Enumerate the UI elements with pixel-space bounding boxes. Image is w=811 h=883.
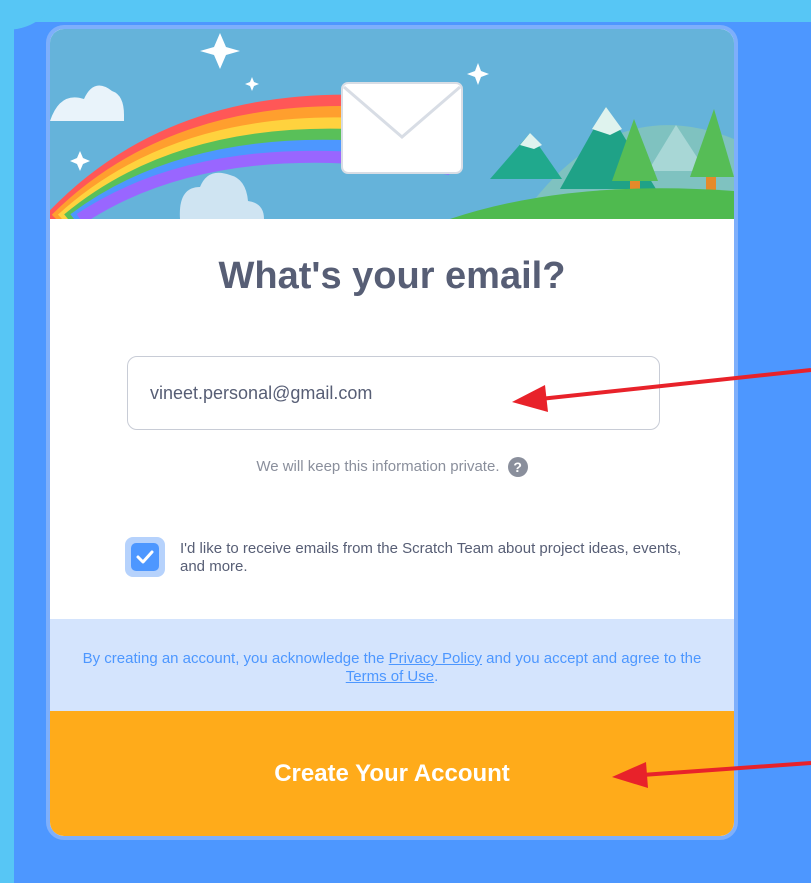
red-arrow-icon [512,368,811,788]
